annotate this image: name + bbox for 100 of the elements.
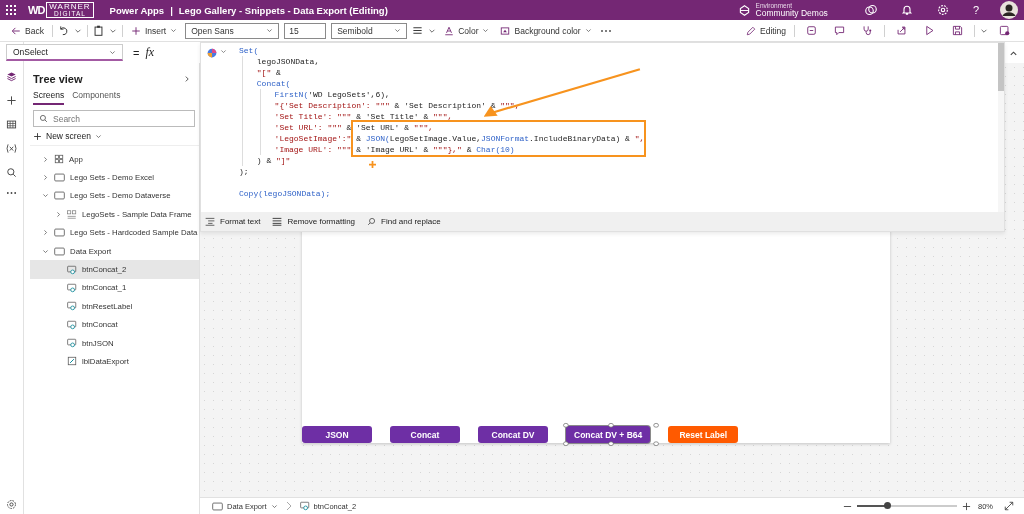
plus-icon [33,131,42,141]
chevron-down-icon [482,27,490,34]
layers-icon[interactable] [6,71,17,82]
code-line: Copy(legoJSONData); [239,188,331,199]
undo-icon[interactable] [57,25,69,36]
search-icon[interactable] [6,167,17,178]
list-icon [272,217,283,226]
code-line: 'LegoSetImage':" & JSON(LegoSetImage.Value,JSONFormat.IncludeBinaryData) & ", [274,133,645,144]
screen-icon [212,501,223,511]
app-button[interactable]: Concat DV + B64 [566,426,651,443]
format-text-button[interactable]: Format text [205,217,261,226]
zoom-in-icon[interactable] [962,501,971,511]
publish-icon[interactable] [999,25,1010,36]
notifications-icon[interactable] [900,4,913,16]
fill-icon [500,25,511,36]
help-button[interactable]: ? [972,4,979,16]
format-text-icon [205,217,215,226]
chevron-down-icon [170,27,178,34]
app-title: Lego Gallery - Snippets - Data Export (Editing) [178,4,388,16]
app-button[interactable]: Concat [390,426,460,443]
paste-icon[interactable] [92,25,104,36]
scrollbar[interactable] [998,43,1004,212]
note-icon[interactable] [806,25,817,36]
code-line: ) & "]" [256,155,291,166]
chevron-down-icon[interactable] [42,247,49,255]
chevron-right-icon[interactable] [42,229,49,237]
back-button[interactable]: Back [8,23,47,38]
chevron-down-icon [94,132,102,140]
plus-icon [130,25,141,36]
screen-icon [54,191,65,201]
chevron-right-icon[interactable] [183,75,191,83]
chevron-right-icon[interactable] [55,210,62,218]
code-line: Set( [239,45,259,56]
screen-icon [54,228,65,238]
code-line: ); [239,166,249,177]
font-weight-dropdown[interactable]: Semibold [331,22,408,39]
more-icon[interactable] [6,191,17,195]
font-dropdown[interactable]: Open Sans [185,22,280,39]
settings-icon[interactable] [6,499,17,510]
fx-label: fx [145,45,155,60]
stethoscope-icon[interactable] [862,25,873,36]
play-icon[interactable] [924,25,935,36]
app-launcher-icon[interactable] [6,5,16,15]
align-icon[interactable] [412,25,424,36]
save-icon[interactable] [952,25,963,36]
find-replace-button[interactable]: Find and replace [367,217,441,226]
chevron-down-icon[interactable] [220,48,227,55]
text-color-icon [444,25,455,36]
search-field[interactable]: Search [33,110,195,127]
crosshair-mark [368,161,376,168]
app-name: Power Apps [109,4,165,16]
button-control-icon [67,282,77,293]
font-size-field[interactable]: 15 [284,22,327,39]
color-button[interactable]: Color [441,23,493,38]
selection-handles-drawing[interactable] [563,423,659,446]
remove-formatting-button[interactable]: Remove formatting [272,217,356,226]
chevron-down-icon [270,502,278,510]
more-icon[interactable] [599,28,612,33]
copilot-icon[interactable] [864,4,877,16]
button-control-icon [67,301,77,312]
screen-icon [54,173,65,183]
insert-button[interactable]: Insert [127,23,181,38]
new-screen-button[interactable]: New screen [30,127,105,145]
chevron-down-icon[interactable] [42,192,49,200]
avatar[interactable] [1000,1,1018,19]
tab[interactable]: Screens [33,90,65,105]
environment-name[interactable]: Community Demos [755,9,828,18]
collapse-icon[interactable] [1009,49,1018,58]
chevron-down-icon [394,27,402,34]
table-icon[interactable] [6,119,17,130]
pencil-icon [746,25,756,36]
chevron-right-icon[interactable] [42,174,49,182]
separator: | [170,4,173,16]
copilot-icon[interactable] [207,48,217,58]
fit-to-window-icon[interactable] [1004,501,1014,511]
code-line: 'Set Title': """ & 'Set Title' & """, [274,111,453,122]
app-button[interactable]: JSON [302,426,372,443]
tab[interactable]: Components [72,90,121,105]
app-icon [54,154,64,165]
panel-title: Tree view [33,73,83,85]
chevron-right-icon[interactable] [42,155,49,163]
code-line: 'Set URL': """ & 'Set URL' & """, [274,122,434,133]
back-arrow-icon [11,25,21,36]
label-control-icon [67,356,77,367]
variables-icon[interactable] [5,143,18,154]
add-icon[interactable] [6,95,17,106]
gallery-icon [67,209,77,219]
chevron-down-icon [266,27,274,34]
screen-icon [54,246,65,256]
editing-button[interactable]: Editing [743,23,789,38]
equals-sign: = [133,46,140,59]
share-icon[interactable] [896,25,907,36]
chevron-down-icon [584,27,592,34]
search-icon [367,217,377,226]
property-dropdown[interactable]: OnSelect [6,44,123,61]
environment-icon [738,4,750,16]
background-color-button[interactable]: Background color [497,23,595,38]
comment-icon[interactable] [834,25,845,36]
code-line: legoJSONData, [256,56,320,67]
app-button[interactable]: Concat DV [478,426,548,443]
